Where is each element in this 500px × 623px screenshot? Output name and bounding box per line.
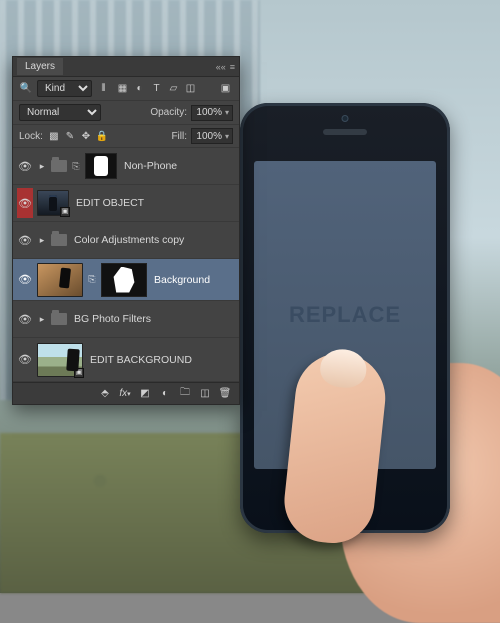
layer-name[interactable]: EDIT BACKGROUND	[87, 354, 235, 366]
eye-icon: 👁	[18, 273, 32, 286]
eye-icon: 👁	[18, 197, 32, 210]
lock-label: Lock:	[19, 131, 43, 142]
link-layers-button[interactable]: ⬘	[96, 386, 114, 402]
layer-row-bg-filters[interactable]: 👁 ▸ BG Photo Filters	[13, 301, 239, 338]
filter-shape-icon[interactable]: ▱	[166, 81, 181, 96]
lock-position-icon[interactable]: ✥	[79, 129, 93, 143]
folder-icon	[51, 313, 67, 325]
eye-icon: 👁	[18, 353, 32, 366]
blend-mode-select[interactable]: Normal	[19, 104, 101, 121]
new-layer-button[interactable]: ◫	[196, 386, 214, 402]
layer-name[interactable]: BG Photo Filters	[71, 313, 235, 325]
opacity-label: Opacity:	[150, 107, 187, 118]
visibility-toggle[interactable]: 👁	[17, 188, 33, 218]
delete-layer-button[interactable]: 🗑	[216, 386, 234, 402]
folder-icon	[51, 160, 67, 172]
link-icon: ⎘	[87, 274, 97, 285]
filter-smart-icon[interactable]: ◫	[183, 81, 198, 96]
disclosure-icon[interactable]: ▸	[37, 314, 47, 325]
visibility-toggle[interactable]: 👁	[17, 304, 33, 334]
blend-row: Normal Opacity: 100% ▾	[13, 101, 239, 125]
visibility-toggle[interactable]: 👁	[17, 345, 33, 375]
eye-icon: 👁	[18, 234, 32, 247]
layer-name[interactable]: EDIT OBJECT	[73, 197, 235, 209]
visibility-toggle[interactable]: 👁	[17, 151, 33, 181]
screen-watermark: RePLACE	[289, 302, 401, 328]
filter-pixel-icon[interactable]: ▦	[115, 81, 130, 96]
folder-icon	[51, 234, 67, 246]
new-group-button[interactable]: 🗀	[176, 386, 194, 402]
layer-thumb[interactable]: ▣	[37, 190, 69, 216]
disclosure-icon[interactable]: ▸	[37, 161, 47, 172]
panel-footer: ⬘ fx▾ ◩ ◐ 🗀 ◫ 🗑	[13, 382, 239, 404]
layer-row-edit-object[interactable]: 👁 ▣ EDIT OBJECT	[13, 185, 239, 222]
layer-mask-thumb[interactable]	[85, 153, 117, 179]
visibility-toggle[interactable]: 👁	[17, 265, 33, 295]
layer-row-background[interactable]: 👁 ⎘ Background	[13, 259, 239, 301]
layer-mask-thumb[interactable]	[101, 263, 147, 297]
filter-adjust-icon[interactable]: ◐	[132, 81, 147, 96]
layers-panel: Layers «« ≡ 🔍 Kind ⦀ ▦ ◐ T ▱ ◫ ▣ Normal …	[12, 56, 240, 405]
layer-row-color-adjustments[interactable]: 👁 ▸ Color Adjustments copy	[13, 222, 239, 259]
opacity-field[interactable]: 100% ▾	[191, 105, 233, 121]
panel-menu-icon[interactable]: ≡	[230, 62, 235, 72]
hand-holding-phone: RePLACE	[200, 103, 500, 623]
chevron-down-icon: ▾	[225, 132, 229, 141]
layer-name[interactable]: Background	[151, 274, 235, 286]
fill-label: Fill:	[171, 131, 187, 142]
layer-row-non-phone[interactable]: 👁 ▸ ⎘ Non-Phone	[13, 148, 239, 185]
chevron-down-icon: ▾	[225, 108, 229, 117]
opacity-value: 100%	[196, 107, 222, 118]
filter-toggle-icon[interactable]: ▣	[218, 81, 233, 96]
layer-thumb[interactable]	[37, 263, 83, 297]
add-adjustment-button[interactable]: ◐	[156, 386, 174, 402]
disclosure-icon[interactable]: ▸	[37, 235, 47, 246]
filter-type-icon[interactable]: T	[149, 81, 164, 96]
filter-type-buttons: ▦ ◐ T ▱ ◫	[115, 81, 198, 96]
layer-thumb[interactable]: ▣	[37, 343, 83, 377]
fx-button[interactable]: fx▾	[116, 386, 134, 402]
lock-pixels-icon[interactable]: ✎	[63, 129, 77, 143]
filter-row: 🔍 Kind ⦀ ▦ ◐ T ▱ ◫ ▣	[13, 77, 239, 101]
layer-name[interactable]: Color Adjustments copy	[71, 234, 235, 246]
layer-row-edit-background[interactable]: 👁 ▣ EDIT BACKGROUND	[13, 338, 239, 382]
lock-transparent-icon[interactable]: ▩	[47, 129, 61, 143]
divider-icon: ⦀	[96, 81, 111, 96]
smartobject-badge-icon: ▣	[60, 207, 70, 217]
lock-row: Lock: ▩ ✎ ✥ 🔒 Fill: 100% ▾	[13, 125, 239, 148]
fill-field[interactable]: 100% ▾	[191, 128, 233, 144]
lock-all-icon[interactable]: 🔒	[95, 129, 109, 143]
fill-value: 100%	[196, 131, 222, 142]
smartobject-badge-icon: ▣	[74, 368, 84, 378]
layer-name[interactable]: Non-Phone	[121, 160, 235, 172]
panel-tabbar: Layers «« ≡	[13, 57, 239, 77]
search-icon[interactable]: 🔍	[19, 82, 33, 96]
layers-tab[interactable]: Layers	[17, 58, 63, 75]
panel-collapse-icon[interactable]: ««	[216, 62, 226, 72]
add-mask-button[interactable]: ◩	[136, 386, 154, 402]
visibility-toggle[interactable]: 👁	[17, 225, 33, 255]
layer-list: 👁 ▸ ⎘ Non-Phone 👁 ▣ EDIT OBJECT 👁 ▸ Colo…	[13, 148, 239, 382]
eye-icon: 👁	[18, 313, 32, 326]
phone-camera-icon	[342, 115, 349, 122]
link-icon: ⎘	[71, 161, 81, 172]
phone-speaker-icon	[323, 129, 367, 135]
eye-icon: 👁	[18, 160, 32, 173]
kind-filter-select[interactable]: Kind	[37, 80, 92, 97]
